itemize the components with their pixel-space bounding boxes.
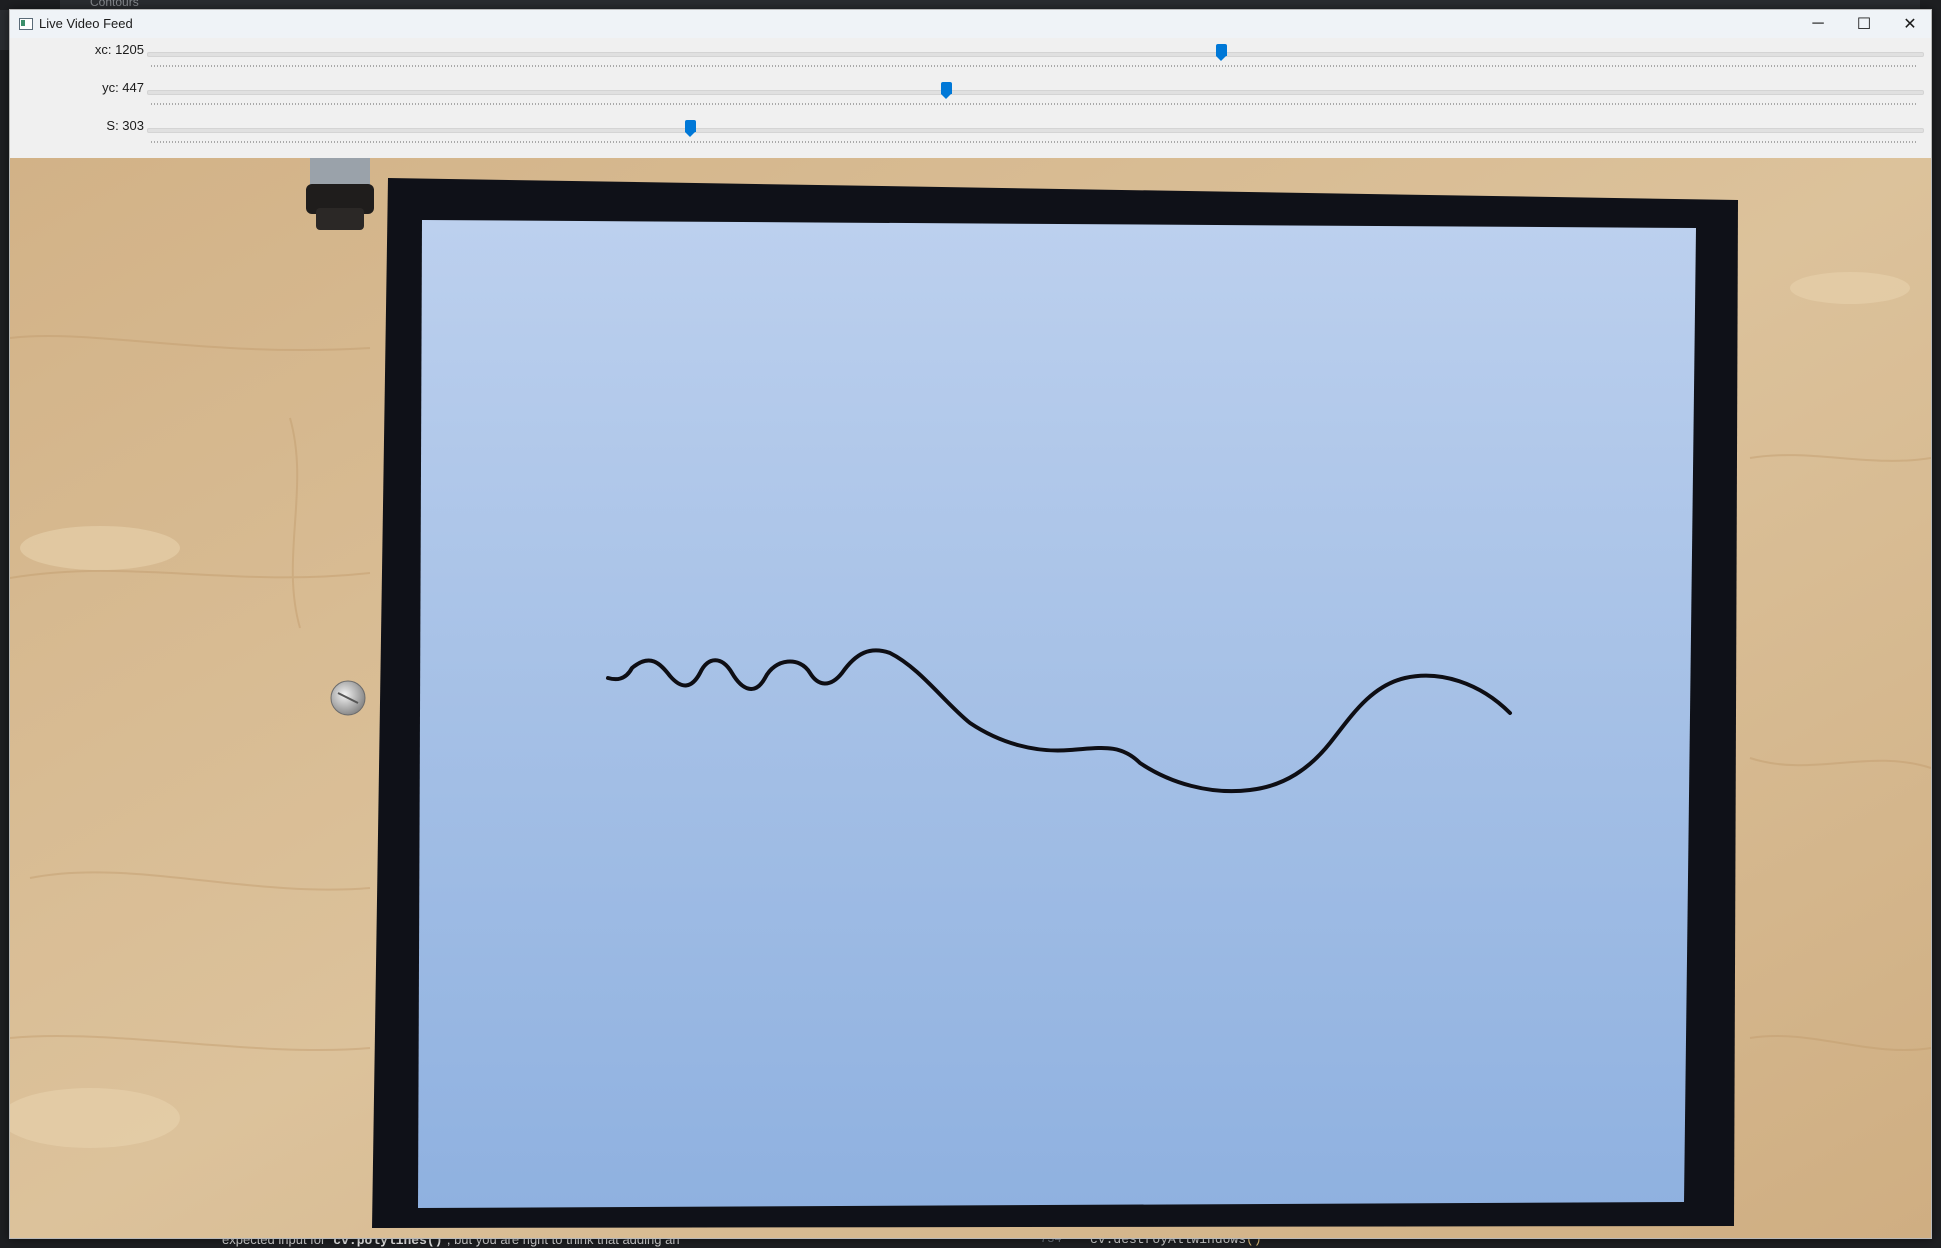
trackbar-ticks-xc xyxy=(151,65,1917,67)
maximize-icon: ☐ xyxy=(1856,16,1872,33)
screw-prop xyxy=(330,680,366,716)
minimize-button[interactable]: ─ xyxy=(1795,10,1841,38)
trackbar-panel: xc: 1205 yc: 447 S: 303 xyxy=(10,38,1931,158)
maximize-button[interactable]: ☐ xyxy=(1841,10,1887,38)
trackbar-ticks-yc xyxy=(151,103,1917,105)
trackbar-track-S[interactable] xyxy=(147,128,1924,133)
window-title: Live Video Feed xyxy=(39,16,133,31)
trackbar-S: S: 303 xyxy=(10,114,1931,152)
title-bar[interactable]: Live Video Feed ─ ☐ ✕ xyxy=(10,10,1931,38)
trackbar-track-yc[interactable] xyxy=(147,90,1924,95)
video-feed xyxy=(10,158,1931,1238)
knob-prop xyxy=(306,158,374,230)
app-icon xyxy=(19,18,33,30)
trackbar-thumb-yc[interactable] xyxy=(940,82,952,100)
trackbar-label-xc: xc: 1205 xyxy=(94,42,144,57)
trackbar-yc: yc: 447 xyxy=(10,76,1931,114)
trackbar-label-S: S: 303 xyxy=(106,118,144,133)
trackbar-thumb-S[interactable] xyxy=(685,120,697,138)
trackbar-xc: xc: 1205 xyxy=(10,38,1931,76)
trackbar-label-yc: yc: 447 xyxy=(102,80,144,95)
trackbar-ticks-S xyxy=(151,141,1917,143)
close-button[interactable]: ✕ xyxy=(1887,10,1933,38)
close-icon: ✕ xyxy=(1903,16,1917,33)
background-window-title: Contours xyxy=(90,0,139,9)
live-video-feed-window: Live Video Feed ─ ☐ ✕ xc: 1205 yc: 447 S… xyxy=(9,9,1932,1239)
minimize-icon: ─ xyxy=(1812,15,1824,32)
trackbar-thumb-xc[interactable] xyxy=(1215,44,1227,62)
trackbar-track-xc[interactable] xyxy=(147,52,1924,57)
paper-sheet xyxy=(418,220,1696,1208)
background-left-strip xyxy=(0,10,9,50)
